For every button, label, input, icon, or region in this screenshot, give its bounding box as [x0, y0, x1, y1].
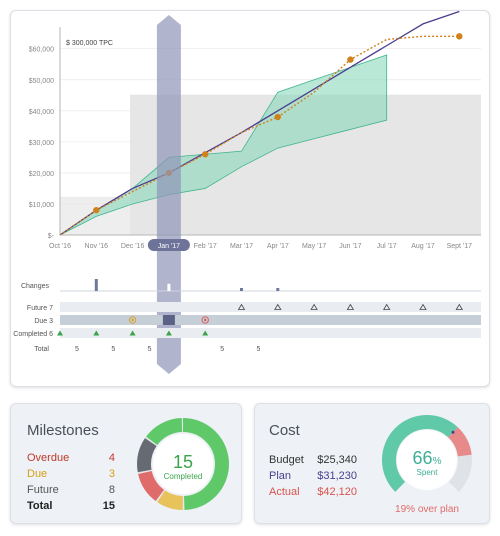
change-bar-2	[240, 288, 243, 291]
milestones-card: Milestones Overdue 4 Due 3 Future 8 Tota…	[10, 403, 242, 524]
x-tick-label-11: Sept '17	[447, 243, 473, 250]
change-bar-0	[94, 279, 98, 291]
x-tick-label-0: Oct '16	[49, 243, 71, 250]
timeline-chart: $- $10,000 $20,000 $30,000 $40,000 $50,000 $60…	[13, 11, 481, 374]
x-tick-label-2: Dec '16	[121, 243, 145, 250]
total-value-2: 5	[148, 346, 152, 353]
due-marker-3	[162, 315, 175, 325]
milestone-label-overdue: Overdue	[27, 452, 70, 464]
actual-point-11	[456, 33, 463, 40]
x-tick-label-3: Jan '17	[158, 243, 180, 250]
gauge-plan-marker	[451, 430, 455, 434]
milestone-label-future: Future	[27, 484, 59, 496]
x-tick-label-9: Jul '17	[377, 243, 397, 250]
milestone-label-due: Due	[27, 468, 48, 480]
x-tick-label-10: Aug '17	[411, 243, 435, 250]
y-tick-label-4: $40,000	[29, 109, 54, 116]
milestone-row-label-0: Future 7	[27, 305, 53, 312]
change-bar-3	[276, 288, 280, 291]
y-tick-label-6: $60,000	[29, 47, 54, 54]
total-value-0: 5	[75, 346, 79, 353]
gauge-unit: %	[433, 456, 442, 467]
x-tick-label-8: Jun '17	[339, 243, 361, 250]
milestone-row-overdue: Overdue 4	[27, 452, 115, 464]
y-tick-label-2: $20,000	[29, 171, 54, 178]
tpc-annotation: $ 300,000 TPC	[66, 40, 113, 47]
change-bar-1	[167, 283, 171, 291]
milestone-label-total: Total	[27, 500, 53, 512]
cost-over-plan: 19% over plan	[395, 504, 459, 515]
y-tick-label-3: $30,000	[29, 140, 54, 147]
gauge-label: Spent	[417, 468, 439, 477]
actual-point-1	[93, 206, 100, 214]
milestone-row-due: Due 3	[27, 468, 115, 480]
total-value-4: 5	[220, 346, 224, 353]
milestone-row-label-2: Completed 6	[13, 331, 53, 338]
milestone-row-total: Total 15	[27, 500, 115, 512]
milestone-value-total: 15	[102, 500, 115, 512]
actual-point-4	[202, 151, 209, 158]
changes-label: Changes	[21, 283, 50, 290]
cost-row-actual: Actual $42,120	[269, 486, 357, 498]
cost-row-plan: Plan $31,230	[269, 470, 357, 482]
milestone-value-overdue: 4	[108, 452, 115, 464]
total-value-3: 3	[184, 346, 188, 353]
totals-label: Total	[34, 346, 49, 353]
actual-point-6	[274, 113, 281, 121]
cost-label-budget: Budget	[269, 454, 304, 466]
x-tick-label-7: May '17	[302, 243, 326, 250]
actual-point-8	[347, 56, 354, 63]
milestones-donut: 15Completed	[137, 418, 229, 510]
cost-gauge: 66%Spent	[382, 415, 472, 492]
cost-value-plan: $31,230	[317, 470, 357, 482]
y-tick-label-1: $10,000	[29, 202, 54, 209]
cost-value-budget: $25,340	[317, 454, 357, 466]
milestone-row-bg-0	[60, 302, 481, 312]
x-tick-label-1: Nov '16	[85, 243, 109, 250]
milestone-row-future: Future 8	[27, 484, 115, 496]
milestone-row-bg-1	[60, 315, 481, 325]
cost-card: Cost Budget $25,340 Plan $31,230 Actual …	[254, 403, 490, 524]
x-tick-label-4: Feb '17	[194, 243, 217, 250]
cost-label-actual: Actual	[269, 486, 300, 498]
milestone-value-future: 8	[108, 484, 115, 496]
cost-row-budget: Budget $25,340	[269, 454, 357, 466]
milestones-title: Milestones	[27, 422, 99, 439]
y-tick-label-5: $50,000	[29, 78, 54, 85]
timeline-chart-card: $- $10,000 $20,000 $30,000 $40,000 $50,000 $60…	[10, 10, 490, 387]
milestone-value-due: 3	[108, 468, 115, 480]
milestone-row-bg-2	[60, 328, 481, 338]
x-tick-label-6: Apr '17	[267, 243, 289, 250]
due-marker-dot-2	[131, 318, 134, 322]
cost-value-actual: $42,120	[317, 486, 357, 498]
milestone-row-label-1: Due 3	[34, 318, 53, 325]
total-value-5: 5	[257, 346, 261, 353]
cost-label-plan: Plan	[269, 470, 292, 482]
x-tick-label-5: Mar '17	[230, 243, 253, 250]
total-value-1: 5	[111, 346, 115, 353]
due-marker-dot-4	[204, 318, 207, 322]
cost-title: Cost	[269, 422, 300, 439]
donut-label: Completed	[164, 472, 203, 481]
y-tick-label-0: $-	[48, 233, 55, 240]
donut-value: 15	[173, 452, 193, 472]
